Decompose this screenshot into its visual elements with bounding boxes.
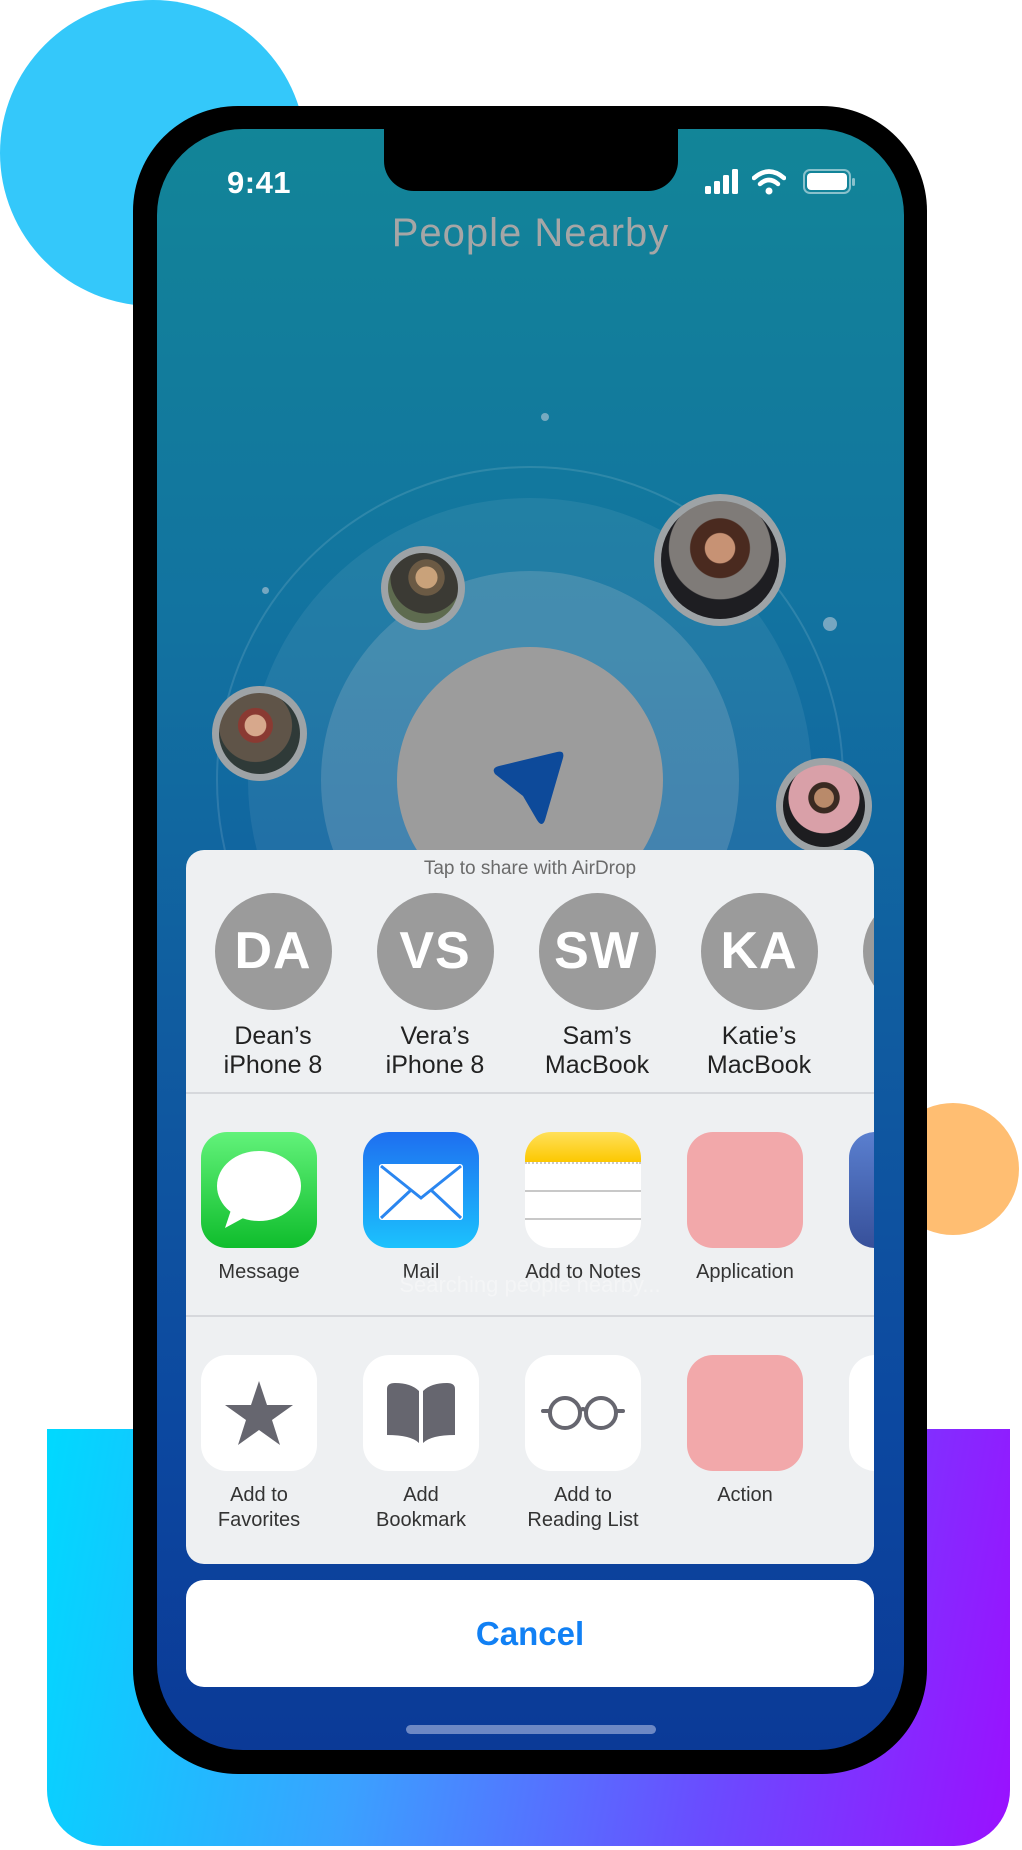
airdrop-device[interactable]: SW Sam’s MacBook	[522, 893, 672, 1080]
airdrop-device[interactable]: DA Dean’s iPhone 8	[198, 893, 348, 1080]
notes-icon	[525, 1132, 641, 1248]
share-action-reading-list[interactable]: Add to Reading List	[503, 1355, 663, 1533]
radar-dot	[541, 413, 549, 421]
share-action-partial[interactable]	[827, 1355, 874, 1471]
status-time: 9:41	[227, 165, 292, 200]
phone-notch	[384, 129, 678, 191]
device-avatar	[862, 893, 874, 1010]
airdrop-label: Tap to share with AirDrop	[423, 858, 637, 879]
device-avatar: DA	[214, 893, 332, 1010]
navigation-arrow-icon	[493, 751, 564, 824]
device-name: Sam’s MacBook	[544, 1022, 650, 1079]
book-icon	[363, 1355, 479, 1471]
share-app-message[interactable]: Message	[186, 1132, 339, 1285]
device-name: Vera’s iPhone 8	[385, 1022, 485, 1079]
airdrop-device-partial[interactable]	[846, 893, 874, 1010]
mail-icon	[363, 1132, 479, 1248]
person-photo	[219, 693, 300, 774]
share-action-favorites[interactable]: Add to Favorites	[186, 1355, 339, 1533]
share-app-partial[interactable]: F	[827, 1132, 874, 1285]
person-photo	[388, 553, 458, 623]
wifi-icon	[752, 169, 786, 195]
device-avatar: VS	[376, 893, 494, 1010]
home-indicator[interactable]	[406, 1725, 656, 1734]
nearby-person-avatar[interactable]	[381, 546, 465, 630]
radar-dot	[262, 587, 269, 594]
partial-app-icon	[849, 1132, 874, 1248]
share-sheet: Tap to share with AirDrop DA Dean’s iPhon…	[186, 850, 874, 1564]
action-label: Add to Reading List	[527, 1484, 639, 1531]
phone-screen: 9:41 People Nearby Tap to share with Air…	[157, 129, 904, 1750]
share-app-application[interactable]: Application	[665, 1132, 825, 1285]
action-label: Add Bookmark	[375, 1484, 467, 1531]
signal-icon	[705, 169, 738, 194]
device-avatar: SW	[538, 893, 656, 1010]
action-placeholder-icon	[687, 1355, 803, 1471]
nearby-person-avatar[interactable]	[212, 686, 307, 781]
section-divider	[186, 1092, 874, 1094]
nearby-person-avatar[interactable]	[654, 494, 786, 626]
screen-title: People Nearby	[391, 211, 670, 255]
partial-action-icon	[849, 1355, 874, 1471]
background-status-text: Searching people nearby...	[399, 1272, 661, 1297]
device-name: Dean’s iPhone 8	[223, 1022, 323, 1079]
glasses-icon	[525, 1355, 641, 1471]
messages-icon	[201, 1132, 317, 1248]
device-name: Katie’s MacBook	[706, 1022, 812, 1079]
star-icon	[201, 1355, 317, 1471]
share-action-bookmark[interactable]: Add Bookmark	[341, 1355, 501, 1533]
share-app-mail[interactable]: Mail	[341, 1132, 501, 1285]
battery-icon	[803, 169, 855, 194]
action-label: Action	[717, 1484, 773, 1506]
cancel-button[interactable]: Cancel	[186, 1580, 874, 1687]
status-icons	[705, 169, 855, 195]
application-placeholder-icon	[687, 1132, 803, 1248]
person-photo	[661, 501, 779, 619]
share-app-notes[interactable]: Add to Notes	[503, 1132, 663, 1285]
radar-dot	[823, 617, 837, 631]
airdrop-device[interactable]: KA Katie’s MacBook	[684, 893, 834, 1080]
device-avatar: KA	[700, 893, 818, 1010]
section-divider	[186, 1315, 874, 1317]
airdrop-device[interactable]: VS Vera’s iPhone 8	[360, 893, 510, 1080]
person-photo	[783, 765, 865, 847]
nearby-person-avatar[interactable]	[776, 758, 872, 854]
action-label: Add to Favorites	[217, 1484, 301, 1531]
share-action-action[interactable]: Action	[665, 1355, 825, 1508]
